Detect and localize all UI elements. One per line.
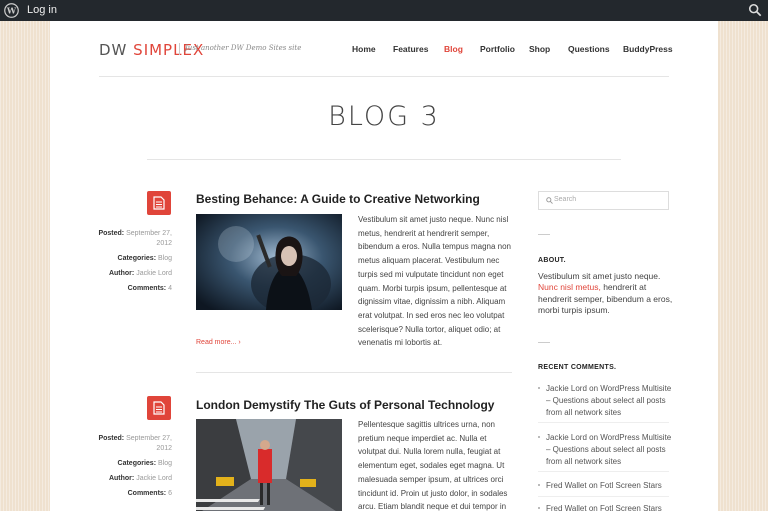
post-thumbnail[interactable] [196, 419, 342, 511]
page-title: BLOG 3 [328, 101, 440, 132]
post-author: Author: Jackie Lord [108, 475, 172, 482]
recent-comment-text[interactable]: Jackie Lord on WordPress Multisite – Que… [546, 432, 673, 468]
recent-comment-text[interactable]: Fred Wallet on Fotl Screen Stars [546, 480, 673, 492]
read-more-link[interactable]: Read more... › [196, 339, 241, 346]
admin-bar: W Log in [0, 0, 768, 21]
category-link[interactable]: Blog [158, 460, 172, 467]
bullet [538, 387, 540, 389]
logo-divider [179, 43, 180, 55]
post-date-year: 2012 [156, 445, 172, 452]
nav-portfolio[interactable]: Portfolio [480, 44, 515, 54]
post-meta: Posted: September 27, 2012 Categories: B… [95, 434, 172, 499]
list-divider [538, 422, 669, 423]
header-divider [99, 76, 669, 77]
recent-comments-title: RECENT COMMENTS. [538, 364, 617, 371]
about-link[interactable]: Nunc nisl metus, [538, 282, 601, 292]
post-author: Author: Jackie Lord [108, 270, 172, 277]
nav-buddypress[interactable]: BuddyPress [623, 44, 673, 54]
wordpress-logo-icon[interactable]: W [4, 3, 19, 18]
post-date: Posted: September 27, [98, 435, 172, 442]
search-icon[interactable] [748, 3, 762, 17]
post-title[interactable]: Besting Behance: A Guide to Creative Net… [196, 192, 480, 206]
nav-shop[interactable]: Shop [529, 44, 550, 54]
login-link[interactable]: Log in [27, 4, 57, 16]
post-title[interactable]: London Demystify The Guts of Personal Te… [196, 398, 494, 412]
list-divider [538, 471, 669, 472]
author-link[interactable]: Jackie Lord [136, 475, 172, 482]
nav-home[interactable]: Home [352, 44, 376, 54]
list-divider [538, 496, 669, 497]
bullet [538, 484, 540, 486]
post-excerpt: Pellentesque sagittis ultrices urna, non… [358, 420, 508, 511]
about-widget-text: Vestibulum sit amet justo neque. Nunc ni… [538, 271, 673, 315]
recent-comment-text[interactable]: Fred Wallet on Fotl Screen Stars [546, 503, 673, 511]
nav-features[interactable]: Features [393, 44, 428, 54]
post-date: Posted: September 27, [98, 230, 172, 237]
bullet [538, 436, 540, 438]
title-divider [147, 159, 621, 160]
site-tagline: Just another DW Demo Sites site [185, 44, 302, 52]
about-widget-title: ABOUT. [538, 257, 566, 264]
post-comments: Comments: 6 [127, 490, 172, 497]
nav-blog[interactable]: Blog [444, 44, 463, 54]
recent-comment-text[interactable]: Jackie Lord on WordPress Multisite – Que… [546, 383, 673, 419]
logo-part-1: DW [99, 41, 128, 59]
search-input[interactable]: Search [554, 196, 576, 203]
post-thumbnail[interactable] [196, 214, 342, 310]
nav-questions[interactable]: Questions [568, 44, 610, 54]
page-container: DW SIMPLEX Just another DW Demo Sites si… [50, 21, 718, 511]
category-link[interactable]: Blog [158, 255, 172, 262]
search-icon [546, 197, 553, 204]
post-date-year: 2012 [156, 240, 172, 247]
sidebar-search[interactable]: Search [538, 191, 669, 210]
post-format-icon [147, 396, 171, 420]
bullet [538, 507, 540, 509]
post-categories: Categories: Blog [117, 255, 172, 262]
post-categories: Categories: Blog [117, 460, 172, 467]
widget-divider [538, 342, 550, 343]
author-link[interactable]: Jackie Lord [136, 270, 172, 277]
post-divider [196, 372, 512, 373]
post-excerpt: Vestibulum sit amet justo neque. Nunc ni… [358, 215, 511, 348]
widget-divider [538, 234, 550, 235]
comments-link[interactable]: 4 [168, 285, 172, 292]
post-comments: Comments: 4 [127, 285, 172, 292]
post-meta: Posted: September 27, 2012 Categories: B… [95, 229, 172, 294]
comments-link[interactable]: 6 [168, 490, 172, 497]
post-format-icon [147, 191, 171, 215]
svg-text:W: W [6, 6, 17, 16]
